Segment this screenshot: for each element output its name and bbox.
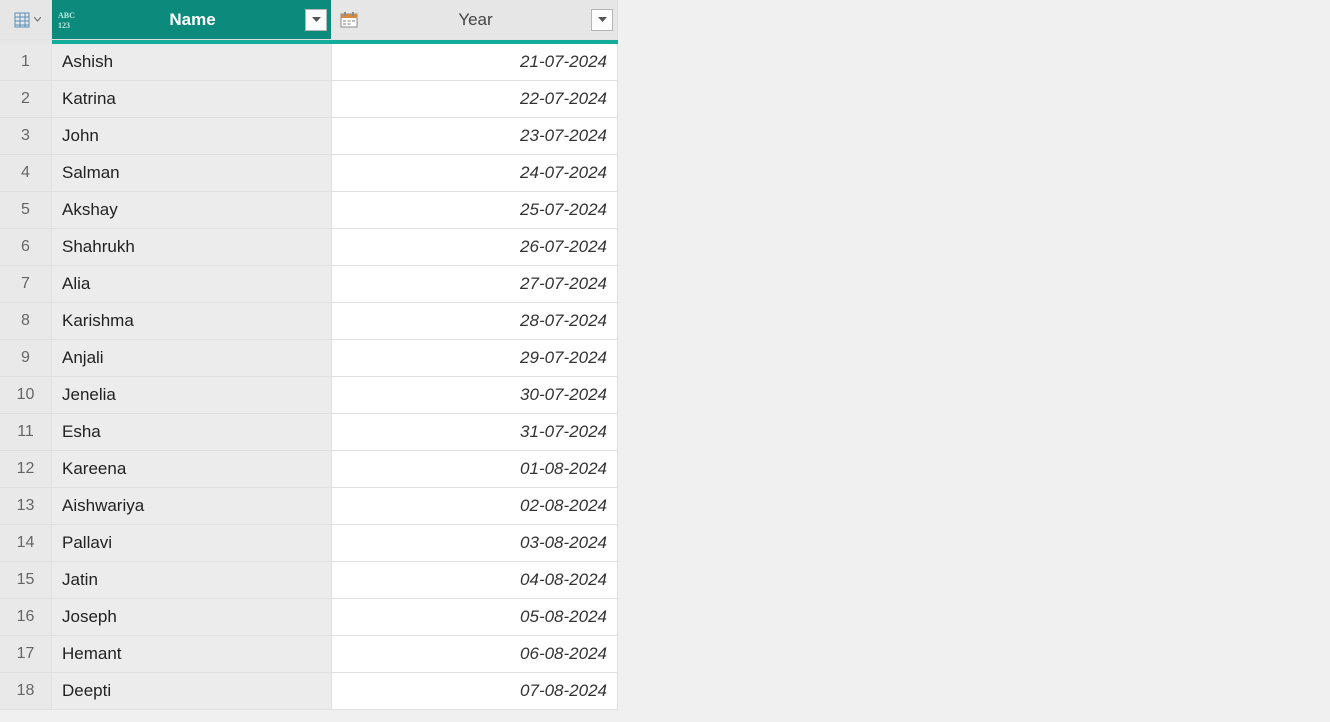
cell-name[interactable]: Katrina <box>52 81 332 118</box>
query-table: ABC 123 Name <box>0 0 618 710</box>
table-row[interactable]: 16Joseph05-08-2024 <box>0 599 618 636</box>
cell-name[interactable]: Akshay <box>52 192 332 229</box>
table-row[interactable]: 14Pallavi03-08-2024 <box>0 525 618 562</box>
column-header-year[interactable]: Year <box>332 0 618 40</box>
cell-year[interactable]: 06-08-2024 <box>332 636 618 673</box>
table-row[interactable]: 3John23-07-2024 <box>0 118 618 155</box>
cell-name[interactable]: Jatin <box>52 562 332 599</box>
cell-name[interactable]: Hemant <box>52 636 332 673</box>
table-row[interactable]: 13Aishwariya02-08-2024 <box>0 488 618 525</box>
cell-year[interactable]: 05-08-2024 <box>332 599 618 636</box>
row-number[interactable]: 14 <box>0 525 52 562</box>
cell-year[interactable]: 30-07-2024 <box>332 377 618 414</box>
table-row[interactable]: 11Esha31-07-2024 <box>0 414 618 451</box>
table-row[interactable]: 12Kareena01-08-2024 <box>0 451 618 488</box>
table-row[interactable]: 5Akshay25-07-2024 <box>0 192 618 229</box>
table-row[interactable]: 15Jatin04-08-2024 <box>0 562 618 599</box>
cell-name[interactable]: Pallavi <box>52 525 332 562</box>
cell-name[interactable]: Aishwariya <box>52 488 332 525</box>
table-row[interactable]: 2Katrina22-07-2024 <box>0 81 618 118</box>
table-icon <box>11 9 33 31</box>
svg-text:ABC: ABC <box>58 11 75 20</box>
cell-year[interactable]: 24-07-2024 <box>332 155 618 192</box>
column-label: Name <box>86 10 299 30</box>
cell-year[interactable]: 23-07-2024 <box>332 118 618 155</box>
datatype-any-icon: ABC 123 <box>58 9 80 31</box>
row-number[interactable]: 17 <box>0 636 52 673</box>
chevron-down-icon <box>598 17 607 23</box>
cell-name[interactable]: Ashish <box>52 44 332 81</box>
cell-year[interactable]: 01-08-2024 <box>332 451 618 488</box>
table-row[interactable]: 6Shahrukh26-07-2024 <box>0 229 618 266</box>
cell-year[interactable]: 25-07-2024 <box>332 192 618 229</box>
cell-name[interactable]: Kareena <box>52 451 332 488</box>
filter-button-name[interactable] <box>305 9 327 31</box>
table-row[interactable]: 17Hemant06-08-2024 <box>0 636 618 673</box>
cell-name[interactable]: Esha <box>52 414 332 451</box>
row-number[interactable]: 7 <box>0 266 52 303</box>
datatype-date-icon <box>338 9 360 31</box>
table-row[interactable]: 4Salman24-07-2024 <box>0 155 618 192</box>
row-number[interactable]: 9 <box>0 340 52 377</box>
cell-name[interactable]: Deepti <box>52 673 332 710</box>
cell-name[interactable]: Joseph <box>52 599 332 636</box>
column-header-name[interactable]: ABC 123 Name <box>52 0 332 40</box>
cell-year[interactable]: 22-07-2024 <box>332 81 618 118</box>
cell-name[interactable]: Jenelia <box>52 377 332 414</box>
select-all-corner[interactable] <box>0 0 52 40</box>
row-number[interactable]: 18 <box>0 673 52 710</box>
row-number[interactable]: 1 <box>0 44 52 81</box>
cell-year[interactable]: 29-07-2024 <box>332 340 618 377</box>
row-number[interactable]: 12 <box>0 451 52 488</box>
cell-year[interactable]: 31-07-2024 <box>332 414 618 451</box>
filter-button-year[interactable] <box>591 9 613 31</box>
cell-year[interactable]: 04-08-2024 <box>332 562 618 599</box>
column-label: Year <box>366 10 585 30</box>
row-number[interactable]: 10 <box>0 377 52 414</box>
cell-year[interactable]: 26-07-2024 <box>332 229 618 266</box>
row-number[interactable]: 5 <box>0 192 52 229</box>
cell-name[interactable]: John <box>52 118 332 155</box>
row-number[interactable]: 4 <box>0 155 52 192</box>
table-row[interactable]: 7Alia27-07-2024 <box>0 266 618 303</box>
chevron-down-icon <box>312 17 321 23</box>
cell-year[interactable]: 28-07-2024 <box>332 303 618 340</box>
cell-year[interactable]: 03-08-2024 <box>332 525 618 562</box>
cell-name[interactable]: Alia <box>52 266 332 303</box>
cell-name[interactable]: Shahrukh <box>52 229 332 266</box>
cell-year[interactable]: 21-07-2024 <box>332 44 618 81</box>
table-row[interactable]: 10Jenelia30-07-2024 <box>0 377 618 414</box>
cell-year[interactable]: 02-08-2024 <box>332 488 618 525</box>
row-number[interactable]: 8 <box>0 303 52 340</box>
svg-text:123: 123 <box>58 21 70 30</box>
row-number[interactable]: 13 <box>0 488 52 525</box>
row-number[interactable]: 16 <box>0 599 52 636</box>
cell-name[interactable]: Salman <box>52 155 332 192</box>
table-row[interactable]: 9Anjali29-07-2024 <box>0 340 618 377</box>
row-number[interactable]: 15 <box>0 562 52 599</box>
row-number[interactable]: 6 <box>0 229 52 266</box>
cell-year[interactable]: 07-08-2024 <box>332 673 618 710</box>
chevron-down-icon <box>34 17 41 22</box>
row-number[interactable]: 2 <box>0 81 52 118</box>
table-row[interactable]: 18Deepti07-08-2024 <box>0 673 618 710</box>
table-row[interactable]: 8Karishma28-07-2024 <box>0 303 618 340</box>
row-number[interactable]: 11 <box>0 414 52 451</box>
cell-year[interactable]: 27-07-2024 <box>332 266 618 303</box>
row-number[interactable]: 3 <box>0 118 52 155</box>
cell-name[interactable]: Anjali <box>52 340 332 377</box>
table-row[interactable]: 1Ashish21-07-2024 <box>0 44 618 81</box>
cell-name[interactable]: Karishma <box>52 303 332 340</box>
